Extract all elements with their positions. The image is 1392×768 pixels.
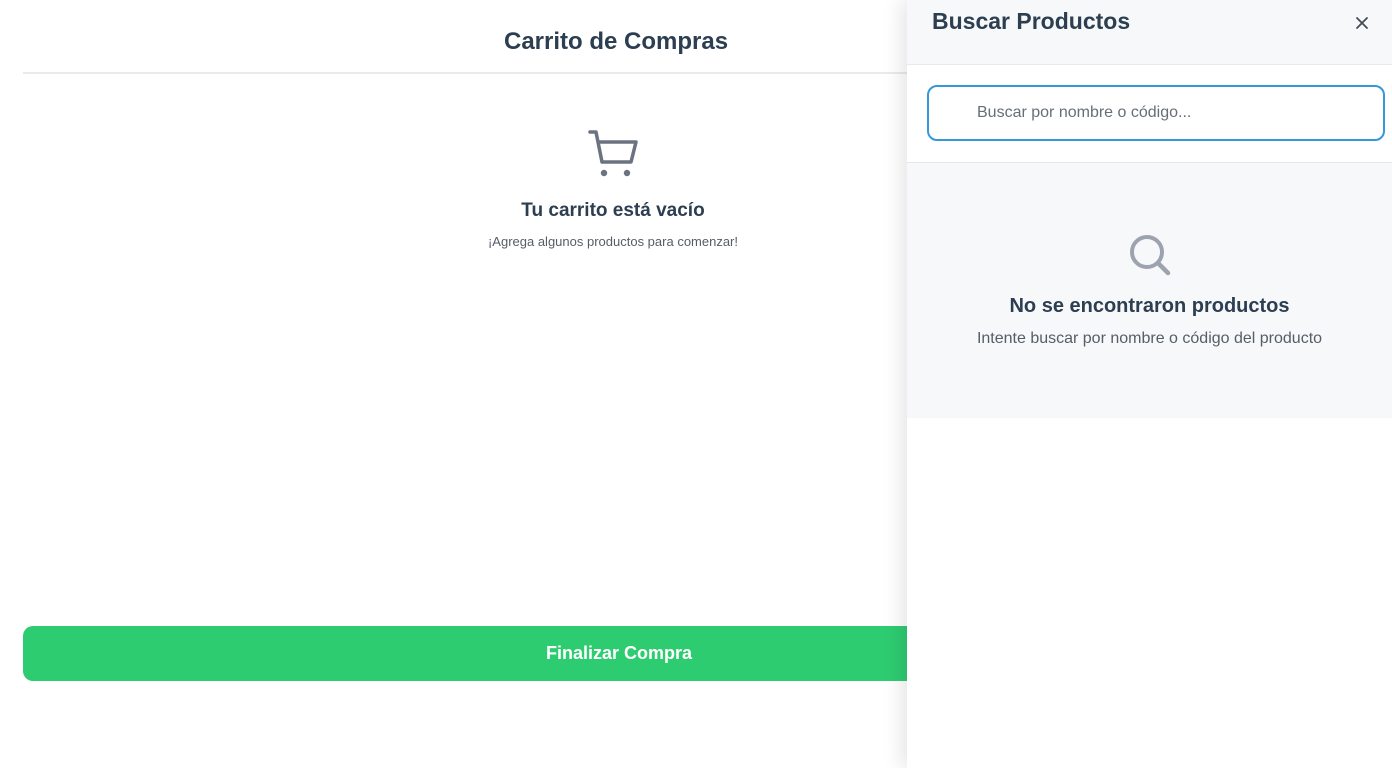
results-area: No se encontraron productos Intente busc…: [907, 163, 1392, 418]
no-results-subtitle: Intente buscar por nombre o código del p…: [976, 330, 1323, 347]
search-products-drawer: Buscar Productos No se encontraron produ…: [907, 0, 1392, 768]
close-icon: [1356, 17, 1368, 29]
shopping-cart-icon: [588, 130, 638, 177]
no-results-state: No se encontraron productos Intente busc…: [907, 233, 1392, 348]
empty-cart-subtitle: ¡Agrega algunos productos para comenzar!: [487, 234, 739, 249]
search-area: [907, 65, 1392, 163]
search-input[interactable]: [927, 85, 1385, 141]
empty-cart-state: Tu carrito está vacío ¡Agrega algunos pr…: [413, 128, 813, 249]
close-button[interactable]: [1351, 12, 1373, 34]
drawer-title: Buscar Productos: [932, 8, 1131, 34]
empty-cart-title: Tu carrito está vacío: [521, 200, 705, 221]
search-icon: [1129, 235, 1170, 276]
drawer-header: Buscar Productos: [907, 0, 1392, 65]
no-results-title: No se encontraron productos: [1009, 295, 1290, 317]
